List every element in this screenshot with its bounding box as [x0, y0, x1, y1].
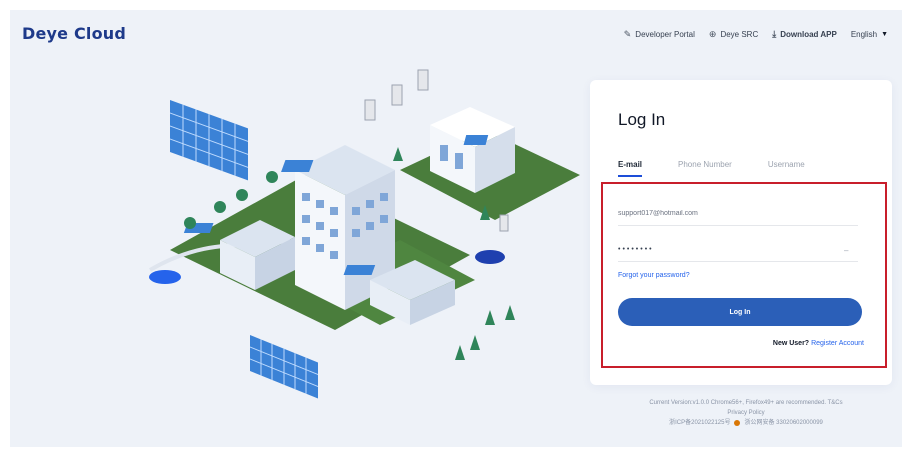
eye-icon[interactable]: –	[844, 246, 848, 255]
forgot-password-link[interactable]: Forgot your password?	[618, 272, 690, 279]
beian-row: 浙ICP备2021022125号 浙公网安备 33020602000099	[590, 418, 902, 428]
solar-panel-lower	[250, 335, 318, 399]
police-badge-icon	[734, 420, 741, 426]
deye-src-link[interactable]: ⊕ Deye SRC	[708, 29, 759, 40]
chevron-down-icon: ▼	[881, 31, 888, 38]
language-selector[interactable]: English ▼	[851, 30, 888, 39]
download-app-label: Download APP	[780, 30, 837, 39]
login-title: Log In	[618, 110, 666, 129]
police-record[interactable]: 浙公网安备 33020602000099	[744, 418, 822, 428]
solar-panel-large	[170, 100, 248, 181]
tab-phone-number[interactable]: Phone Number	[678, 160, 732, 177]
tab-username[interactable]: Username	[768, 160, 805, 177]
register-account-link[interactable]: Register Account	[811, 340, 864, 347]
download-app-link[interactable]: ⤓ Download APP	[772, 29, 837, 40]
wrench-icon: ✎	[623, 29, 632, 39]
deye-cloud-logo[interactable]: Deye Cloud	[22, 24, 126, 43]
login-button[interactable]: Log In	[618, 298, 862, 326]
email-input[interactable]	[618, 202, 858, 226]
icp-number[interactable]: 浙ICP备2021022125号	[669, 418, 730, 428]
tab-email[interactable]: E-mail	[618, 160, 643, 177]
top-navigation: ✎ Developer Portal ⊕ Deye SRC ⤓ Download…	[623, 29, 888, 40]
download-icon: ⤓	[772, 29, 777, 39]
login-method-tabs: E-mail Phone Number Username	[618, 160, 868, 177]
deye-src-label: Deye SRC	[720, 30, 759, 39]
language-label: English	[850, 30, 878, 39]
globe-icon: ⊕	[708, 29, 717, 39]
developer-portal-link[interactable]: ✎ Developer Portal	[623, 29, 695, 40]
version-info: Current Version:v1.0.0 Chrome56+, Firefo…	[649, 400, 843, 406]
register-line: New User? Register Account	[773, 340, 864, 347]
login-page: Deye Cloud ✎ Developer Portal ⊕ Deye SRC…	[10, 10, 902, 447]
new-user-label: New User?	[772, 340, 810, 347]
privacy-policy-link[interactable]: Privacy Policy	[590, 408, 902, 418]
page-footer: Current Version:v1.0.0 Chrome56+, Firefo…	[590, 398, 902, 428]
smart-city-illustration	[148, 69, 580, 399]
login-card: Log In E-mail Phone Number Username – Fo…	[590, 80, 892, 385]
password-input[interactable]	[618, 238, 858, 262]
developer-portal-label: Developer Portal	[635, 30, 695, 39]
